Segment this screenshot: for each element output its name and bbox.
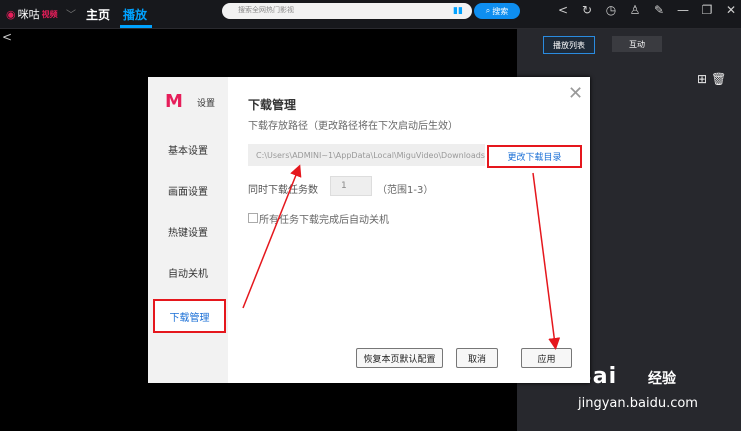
arrow-to-apply (532, 172, 561, 350)
watermark-text: 经验 (648, 371, 676, 387)
arrow-to-path (242, 164, 302, 309)
watermark-url: jingyan.baidu.com (578, 396, 698, 411)
annotation-arrows (242, 164, 561, 350)
watermark-brand: Bai (575, 364, 618, 389)
